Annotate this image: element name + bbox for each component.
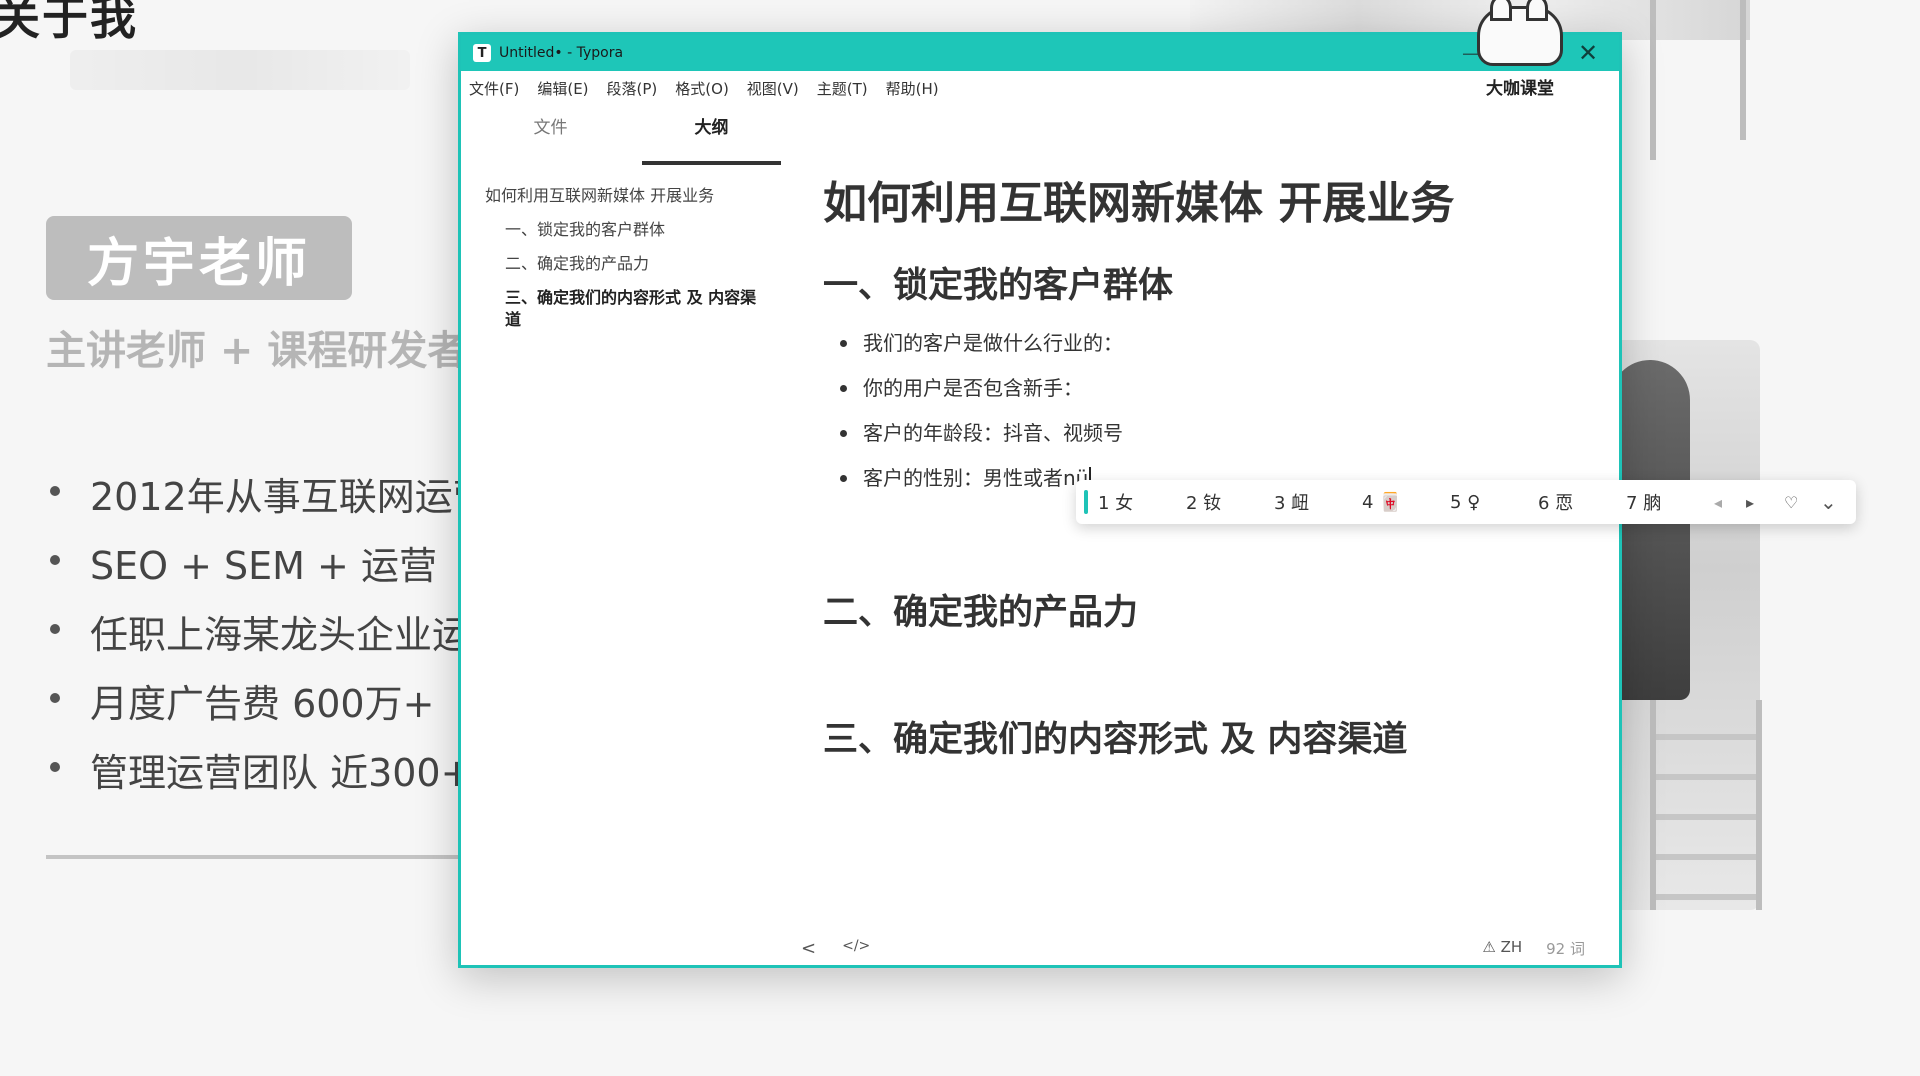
menu-file[interactable]: 文件(F) <box>469 78 519 99</box>
brand-logo: 大咖课堂 <box>1470 0 1570 99</box>
list-item[interactable]: 我们的客户是做什么行业的： <box>823 330 1579 375</box>
chevron-left-icon[interactable]: < <box>801 938 816 959</box>
ime-candidate[interactable]: 7 朒 <box>1626 489 1700 515</box>
heading-section1[interactable]: 一、锁定我的客户群体 <box>823 257 1579 308</box>
menu-bar: 文件(F) 编辑(E) 段落(P) 格式(O) 视图(V) 主题(T) 帮助(H… <box>461 71 1619 105</box>
language-indicator[interactable]: ⚠ ZH <box>1482 938 1522 959</box>
presenter-name-badge: 方宇老师 <box>46 216 352 300</box>
bio-item: 管理运营团队 近300+ <box>46 742 508 811</box>
heading-section2[interactable]: 二、确定我的产品力 <box>823 584 1579 635</box>
sidebar: 文件 大纲 如何利用互联网新媒体 开展业务 一、锁定我的客户群体 二、确定我的产… <box>461 105 781 965</box>
sidebar-tabs: 文件 大纲 <box>461 105 781 165</box>
hanging-decoration <box>1650 0 1656 160</box>
bio-item: 2012年从事互联网运营 <box>46 466 508 535</box>
slide-divider <box>46 855 466 859</box>
menu-view[interactable]: 视图(V) <box>747 78 799 99</box>
outline-item-section3[interactable]: 三、确定我们的内容形式 及 内容渠道 <box>485 287 765 331</box>
hanging-decoration <box>1740 0 1746 140</box>
source-code-icon[interactable]: </> <box>842 938 870 959</box>
outline-item-section1[interactable]: 一、锁定我的客户群体 <box>485 213 781 247</box>
outline-item-h1[interactable]: 如何利用互联网新媒体 开展业务 <box>485 179 781 213</box>
ime-expand-icon[interactable]: ⌄ <box>1820 480 1837 524</box>
ime-candidate[interactable]: 2 钕 <box>1186 489 1260 515</box>
status-bar: < </> ⚠ ZH 92 词 <box>461 931 1619 965</box>
ime-candidate[interactable]: 6 恧 <box>1538 489 1612 515</box>
ime-candidate[interactable]: 4 🀄 <box>1362 492 1436 513</box>
heading-section3[interactable]: 三、确定我们的内容形式 及 内容渠道 <box>823 711 1579 762</box>
ime-candidate[interactable]: 1 女 <box>1098 489 1172 515</box>
bio-item: 月度广告费 600万+ <box>46 673 508 742</box>
slide-faint-text <box>70 50 410 90</box>
bio-list: 2012年从事互联网运营 SEO + SEM + 运营 任职上海某龙头企业运营 … <box>46 466 508 811</box>
list-item[interactable]: 客户的年龄段：抖音、视频号 <box>823 420 1579 465</box>
presenter-role: 主讲老师 + 课程研发者 <box>46 328 468 374</box>
bio-item: 任职上海某龙头企业运营 <box>46 604 508 673</box>
window-title: Untitled• - Typora <box>499 45 624 61</box>
list-item-text: 客户的性别：男性或者nü <box>863 466 1089 490</box>
document-title[interactable]: 如何利用互联网新媒体 开展业务 <box>823 167 1579 231</box>
ime-candidate[interactable]: 5 ♀ <box>1450 492 1524 513</box>
outline-list: 如何利用互联网新媒体 开展业务 一、锁定我的客户群体 二、确定我的产品力 三、确… <box>461 165 781 331</box>
list-item[interactable]: 你的用户是否包含新手： <box>823 375 1579 420</box>
ime-next-page-icon[interactable]: ▸ <box>1746 480 1754 524</box>
ime-candidate[interactable]: 3 衄 <box>1274 489 1348 515</box>
outline-item-section2[interactable]: 二、确定我的产品力 <box>485 247 781 281</box>
ime-prev-page-icon[interactable]: ◂ <box>1714 480 1722 524</box>
background-figure <box>1610 360 1690 700</box>
title-bar[interactable]: T Untitled• - Typora — □ ✕ <box>461 35 1619 71</box>
word-count[interactable]: 92 词 <box>1546 938 1585 959</box>
editor-area[interactable]: 如何利用互联网新媒体 开展业务 一、锁定我的客户群体 我们的客户是做什么行业的：… <box>823 131 1579 762</box>
tab-files[interactable]: 文件 <box>481 105 620 165</box>
menu-format[interactable]: 格式(O) <box>675 78 729 99</box>
background-ladder <box>1650 700 1762 910</box>
bio-item: SEO + SEM + 运营 <box>46 535 508 604</box>
typora-app-icon: T <box>473 44 491 62</box>
ime-favorite-icon[interactable]: ♡ <box>1784 480 1798 524</box>
tab-outline[interactable]: 大纲 <box>642 105 781 165</box>
slide-title: 关于我 <box>0 0 138 45</box>
menu-theme[interactable]: 主题(T) <box>817 78 868 99</box>
close-button[interactable]: ✕ <box>1565 35 1611 71</box>
language-label: ZH <box>1500 937 1523 956</box>
ime-selection-marker <box>1084 490 1088 514</box>
menu-paragraph[interactable]: 段落(P) <box>607 78 658 99</box>
brand-logo-text: 大咖课堂 <box>1486 79 1554 99</box>
rabbit-logo-icon <box>1477 0 1563 66</box>
menu-help[interactable]: 帮助(H) <box>886 78 939 99</box>
ime-candidate-bar: 1 女 2 钕 3 衄 4 🀄 5 ♀ 6 恧 7 朒 ◂ ▸ ♡ ⌄ <box>1076 480 1856 524</box>
menu-edit[interactable]: 编辑(E) <box>537 78 588 99</box>
